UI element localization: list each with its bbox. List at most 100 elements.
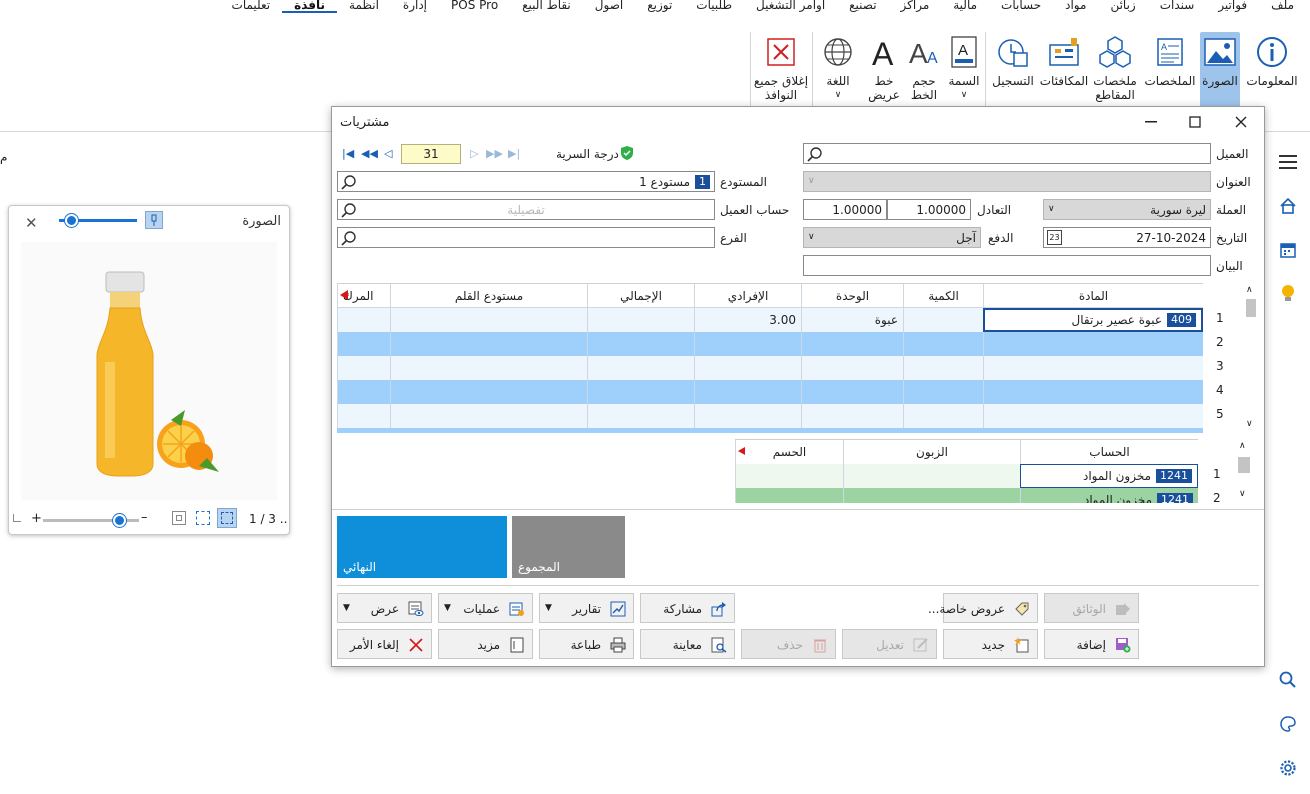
accounts-grid-scrollbar[interactable]: ∧ ∨ [1237,439,1251,503]
cell-unit-price[interactable] [694,404,801,428]
date-input[interactable]: 27-10-2024 23 [1043,227,1211,248]
table-row[interactable] [337,380,1203,404]
cell-total[interactable] [587,356,694,380]
cell-account[interactable]: 1241 مخزون المواد [1020,464,1198,488]
table-row[interactable] [337,356,1203,380]
delete-button[interactable]: حذف [741,629,836,659]
more-button[interactable]: مزيد [438,629,533,659]
scroll-down-icon[interactable]: ∨ [1246,419,1253,429]
cell-quantity[interactable] [903,308,983,332]
calendar-icon[interactable] [1276,238,1300,262]
cell-unit[interactable] [801,332,903,356]
cell-quantity[interactable] [903,404,983,428]
cell-center[interactable] [337,308,390,332]
cell-material[interactable] [983,380,1203,404]
cell-material[interactable] [983,356,1203,380]
zoom-slider-thumb[interactable] [65,214,78,227]
home-icon[interactable] [1276,194,1300,218]
cell-unit[interactable] [801,404,903,428]
cell-unit[interactable] [801,356,903,380]
header-total[interactable]: الإجمالي [587,284,694,308]
cell-customer[interactable] [843,488,1020,503]
fit-width-icon[interactable] [196,511,210,525]
cell-unit-price[interactable]: 3.00 [694,308,801,332]
menu-centers[interactable]: مراكز [889,0,942,11]
fit-original-icon[interactable] [172,511,186,525]
cell-material[interactable] [983,332,1203,356]
header-center[interactable]: المرك [337,284,390,308]
menu-help[interactable]: تعليمات [220,0,283,11]
nav-last-icon[interactable]: ▶| [508,147,520,160]
cell-account[interactable]: 1241 مخزون المواد [1020,488,1198,503]
branch-input[interactable] [337,227,715,248]
menu-accounts[interactable]: حسابات [989,0,1053,11]
table-row[interactable] [337,332,1203,356]
menu-vouchers[interactable]: سندات [1148,0,1207,11]
menu-orders[interactable]: طلبيات [684,0,744,11]
warehouse-input[interactable]: 1 مستودع 1 [337,171,715,192]
menu-finance[interactable]: مالية [941,0,989,11]
nav-first-icon[interactable]: |◀ [342,147,354,160]
view-button[interactable]: عرض ▼ [337,593,432,623]
menu-pos[interactable]: نقاط البيع [510,0,583,11]
menu-window[interactable]: نافذة [282,0,338,13]
zoom-slider-thumb[interactable] [113,514,126,527]
fit-page-icon[interactable] [217,508,237,528]
zoom-slider-top[interactable] [59,214,137,227]
cell-item-warehouse[interactable] [390,380,587,404]
table-row[interactable]: 1241 مخزون المواد [735,488,1198,503]
close-button[interactable] [1226,111,1256,133]
cell-customer[interactable] [843,464,1020,488]
lightbulb-icon[interactable] [1276,282,1300,306]
table-row[interactable] [337,404,1203,428]
maximize-button[interactable] [1180,111,1210,133]
edit-button[interactable]: تعديل [842,629,937,659]
menu-manufacturing[interactable]: تصنيع [837,0,888,11]
scroll-thumb[interactable] [1246,299,1256,317]
menu-invoices[interactable]: فواتير [1206,0,1259,11]
special-offers-button[interactable]: عروض خاصة... [928,593,1038,623]
nav-forward-fast-icon[interactable]: ▶▶ [486,147,503,160]
pin-icon[interactable] [145,211,163,229]
menu-assets[interactable]: أصول [583,0,635,11]
print-button[interactable]: طباعة [539,629,634,659]
exchange-rate-input-2[interactable]: 1.00000 [803,199,887,220]
header-material[interactable]: المادة [983,284,1203,308]
cell-discount[interactable] [735,464,843,488]
customer-account-input[interactable]: تفصيلية [337,199,715,220]
cell-total[interactable] [587,308,694,332]
scroll-up-icon[interactable]: ∧ [1239,441,1246,451]
cell-unit[interactable]: عبوة [801,308,903,332]
resize-grip-icon[interactable] [13,514,21,522]
menu-administration[interactable]: إدارة [391,0,439,11]
cell-discount[interactable] [735,488,843,503]
header-discount[interactable]: الحسم [735,440,843,464]
header-unit-price[interactable]: الإفرادي [694,284,801,308]
zoom-slider-bottom[interactable] [43,514,139,527]
items-grid-scrollbar[interactable]: ∧ ∨ [1244,283,1258,433]
new-button[interactable]: جديد [943,629,1038,659]
cell-unit[interactable] [801,380,903,404]
currency-select[interactable]: ليرة سورية ∨ [1043,199,1211,220]
header-quantity[interactable]: الكمية [903,284,983,308]
menu-work-orders[interactable]: أوامر التشغيل [744,0,837,11]
cell-quantity[interactable] [903,356,983,380]
add-button[interactable]: إضافة [1044,629,1139,659]
cell-unit-price[interactable] [694,332,801,356]
cell-item-warehouse[interactable] [390,308,587,332]
cell-quantity[interactable] [903,380,983,404]
cell-center[interactable] [337,356,390,380]
nav-prev-icon[interactable]: ◁ [384,147,392,160]
preview-button[interactable]: معاينة [640,629,735,659]
operations-button[interactable]: عمليات ▼ [438,593,533,623]
nav-back-fast-icon[interactable]: ◀◀ [361,147,378,160]
cell-material[interactable]: 409 عبوة عصير برتقال [983,308,1203,332]
cell-center[interactable] [337,404,390,428]
menu-materials[interactable]: مواد [1053,0,1098,11]
zoom-in-icon[interactable]: + [31,511,42,526]
minimize-button[interactable] [1136,111,1166,133]
scroll-thumb[interactable] [1238,457,1250,473]
cancel-button[interactable]: إلغاء الأمر [337,629,432,659]
cell-unit-price[interactable] [694,380,801,404]
cell-item-warehouse[interactable] [390,404,587,428]
